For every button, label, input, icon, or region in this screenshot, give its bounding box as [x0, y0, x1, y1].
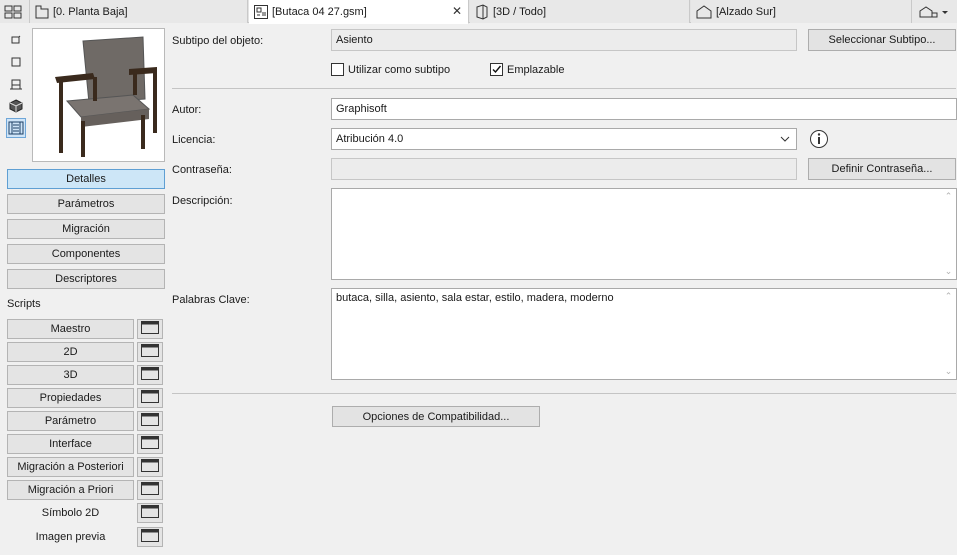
3d-view-icon — [474, 3, 490, 20]
open-window-button[interactable] — [137, 503, 163, 523]
script-preview-image-label[interactable]: Imagen previa — [7, 527, 134, 547]
subtype-field: Asiento — [331, 29, 797, 51]
tab-bar: [0. Planta Baja] [Butaca 04 27.gsm] ✕ [3… — [0, 0, 957, 24]
open-window-button[interactable] — [137, 365, 163, 385]
view-mode-toolbar — [6, 30, 26, 140]
keywords-label: Palabras Clave: — [172, 294, 250, 306]
object-preview-image — [32, 28, 165, 162]
tab-label: [0. Planta Baja] — [53, 5, 128, 18]
tab-label: [Butaca 04 27.gsm] — [272, 5, 367, 18]
tab-floor-plan[interactable]: [0. Planta Baja] — [30, 0, 248, 23]
select-subtype-button[interactable]: Seleccionar Subtipo... — [808, 29, 956, 51]
window-icon — [141, 505, 159, 521]
nav-details-button[interactable]: Detalles — [7, 169, 165, 189]
window-icon — [141, 436, 159, 452]
define-password-button[interactable]: Definir Contraseña... — [808, 158, 956, 180]
window-icon — [141, 367, 159, 383]
close-icon[interactable]: ✕ — [452, 4, 462, 18]
script-parameter-button[interactable]: Parámetro — [7, 411, 134, 431]
open-window-button[interactable] — [137, 411, 163, 431]
window-icon — [141, 413, 159, 429]
armchair-thumbnail — [33, 29, 164, 161]
author-label: Autor: — [172, 104, 202, 116]
compatibility-options-button[interactable]: Opciones de Compatibilidad... — [332, 406, 540, 427]
open-window-button[interactable] — [137, 319, 163, 339]
subtype-label: Subtipo del objeto: — [172, 35, 264, 47]
open-window-button[interactable] — [137, 480, 163, 500]
script-3d-button[interactable]: 3D — [7, 365, 134, 385]
tab-menu-button[interactable] — [912, 0, 957, 23]
password-field — [331, 158, 797, 180]
script-interface-button[interactable]: Interface — [7, 434, 134, 454]
scroll-up-icon[interactable]: ⌃ — [945, 191, 953, 202]
scripts-heading: Scripts — [7, 298, 41, 310]
license-label: Licencia: — [172, 134, 216, 146]
script-forward-migration-button[interactable]: Migración a Posteriori — [7, 457, 134, 477]
scroll-down-icon[interactable]: ⌄ — [945, 366, 953, 377]
tab-elevation[interactable]: [Alzado Sur] — [691, 0, 912, 23]
use-as-subtype-checkbox[interactable]: Utilizar como subtipo — [331, 63, 450, 76]
password-label: Contraseña: — [172, 164, 232, 176]
checkbox-label: Emplazable — [507, 63, 565, 76]
nav-components-button[interactable]: Componentes — [7, 244, 165, 264]
grid-view-icon — [4, 5, 22, 19]
license-select[interactable]: Atribución 4.0 — [331, 128, 797, 150]
plan-view-small-icon[interactable] — [6, 30, 26, 50]
checkbox-label: Utilizar como subtipo — [348, 63, 451, 76]
open-window-button[interactable] — [137, 457, 163, 477]
open-window-button[interactable] — [137, 342, 163, 362]
3d-cube-icon[interactable] — [6, 96, 26, 116]
info-icon[interactable] — [809, 129, 829, 149]
plan-view-icon[interactable] — [6, 52, 26, 72]
scrollbar[interactable]: ⌃ ⌄ — [941, 189, 956, 279]
script-master-button[interactable]: Maestro — [7, 319, 134, 339]
tab-label: [Alzado Sur] — [716, 5, 776, 18]
divider — [172, 88, 956, 89]
placeable-checkbox[interactable]: Emplazable — [490, 63, 564, 76]
script-backward-migration-button[interactable]: Migración a Priori — [7, 480, 134, 500]
tab-3d-view[interactable]: [3D / Todo] — [470, 0, 690, 23]
nav-migration-button[interactable]: Migración — [7, 219, 165, 239]
author-field[interactable]: Graphisoft — [331, 98, 957, 120]
floor-plan-icon — [34, 4, 50, 20]
script-2d-symbol-label[interactable]: Símbolo 2D — [7, 503, 134, 523]
keywords-textarea[interactable]: butaca, silla, asiento, sala estar, esti… — [331, 288, 957, 380]
description-textarea[interactable]: ⌃ ⌄ — [331, 188, 957, 280]
checkmark-icon — [490, 63, 503, 76]
script-2d-button[interactable]: 2D — [7, 342, 134, 362]
tab-label: [3D / Todo] — [493, 5, 546, 18]
divider — [172, 393, 956, 394]
script-properties-button[interactable]: Propiedades — [7, 388, 134, 408]
scrollbar[interactable]: ⌃ ⌄ — [941, 289, 956, 379]
scroll-up-icon[interactable]: ⌃ — [945, 291, 953, 302]
description-label: Descripción: — [172, 195, 233, 207]
window-icon — [141, 390, 159, 406]
window-icon — [141, 321, 159, 337]
window-icon — [141, 459, 159, 475]
open-window-button[interactable] — [137, 527, 163, 547]
views-dropdown-icon — [916, 5, 950, 19]
details-list-icon[interactable] — [6, 118, 26, 138]
tab-overview-button[interactable] — [0, 0, 30, 23]
tab-gsm-object[interactable]: [Butaca 04 27.gsm] ✕ — [249, 0, 469, 24]
open-window-button[interactable] — [137, 388, 163, 408]
nav-descriptors-button[interactable]: Descriptores — [7, 269, 165, 289]
open-window-button[interactable] — [137, 434, 163, 454]
window-icon — [141, 529, 159, 545]
section-view-icon[interactable] — [6, 74, 26, 94]
chevron-down-icon — [780, 134, 790, 146]
gsm-object-icon — [253, 4, 269, 20]
elevation-icon — [695, 4, 713, 19]
license-value: Atribución 4.0 — [336, 133, 404, 145]
checkbox-box — [331, 63, 344, 76]
scroll-down-icon[interactable]: ⌄ — [945, 266, 953, 277]
window-icon — [141, 482, 159, 498]
nav-parameters-button[interactable]: Parámetros — [7, 194, 165, 214]
keywords-text: butaca, silla, asiento, sala estar, esti… — [336, 292, 614, 304]
window-icon — [141, 344, 159, 360]
